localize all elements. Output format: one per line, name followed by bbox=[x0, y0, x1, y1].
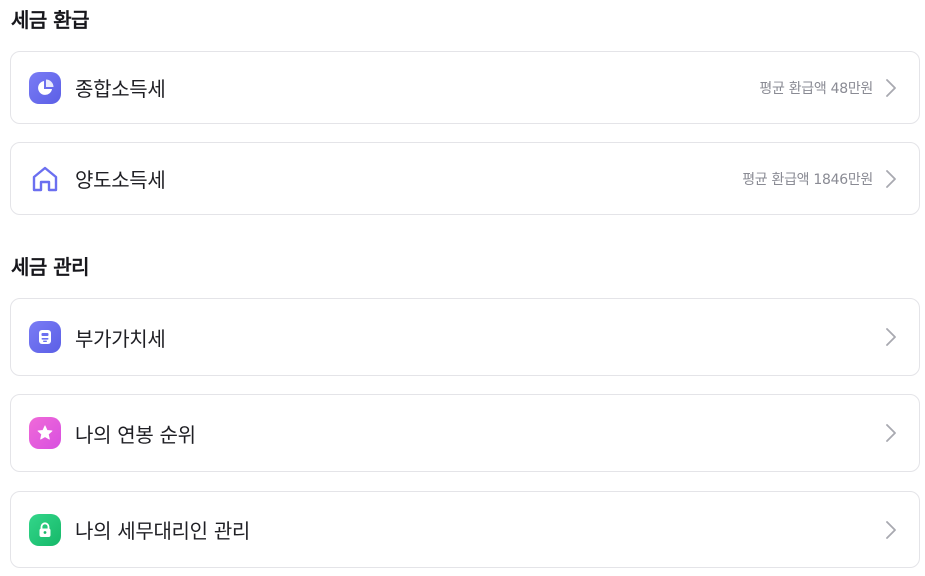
menu-item-tax-agent-management[interactable]: 나의 세무대리인 관리 bbox=[10, 491, 920, 568]
average-refund-text: 평균 환급액 48만원 bbox=[759, 80, 873, 97]
menu-item-label: 양도소득세 bbox=[75, 168, 166, 192]
tax-menu-page: 세금 환급 종합소득세 평균 환급액 48만원 양도소득세 평균 환급액 184… bbox=[0, 0, 925, 576]
menu-item-comprehensive-income-tax[interactable]: 종합소득세 평균 환급액 48만원 bbox=[10, 51, 920, 124]
house-icon bbox=[29, 163, 61, 195]
lock-icon bbox=[29, 513, 61, 546]
menu-item-capital-gains-tax[interactable]: 양도소득세 평균 환급액 1846만원 bbox=[10, 142, 920, 215]
chevron-right-icon bbox=[886, 78, 896, 97]
menu-item-salary-ranking[interactable]: 나의 연봉 순위 bbox=[10, 394, 920, 472]
chevron-right-icon bbox=[886, 424, 896, 442]
menu-item-label: 종합소득세 bbox=[75, 77, 166, 101]
menu-item-vat[interactable]: 부가가치세 bbox=[10, 298, 920, 376]
chevron-right-icon bbox=[886, 520, 896, 539]
menu-item-label: 부가가치세 bbox=[75, 326, 166, 351]
average-refund-text: 평균 환급액 1846만원 bbox=[742, 171, 873, 188]
section-title-tax-refund: 세금 환급 bbox=[11, 8, 90, 32]
section-title-tax-management: 세금 관리 bbox=[11, 255, 90, 279]
chevron-right-icon bbox=[886, 328, 896, 346]
menu-item-label: 나의 연봉 순위 bbox=[75, 422, 196, 447]
pie-chart-icon bbox=[29, 71, 61, 104]
star-icon bbox=[29, 417, 61, 449]
receipt-icon bbox=[29, 321, 61, 353]
menu-item-label: 나의 세무대리인 관리 bbox=[75, 519, 251, 543]
chevron-right-icon bbox=[886, 169, 896, 188]
